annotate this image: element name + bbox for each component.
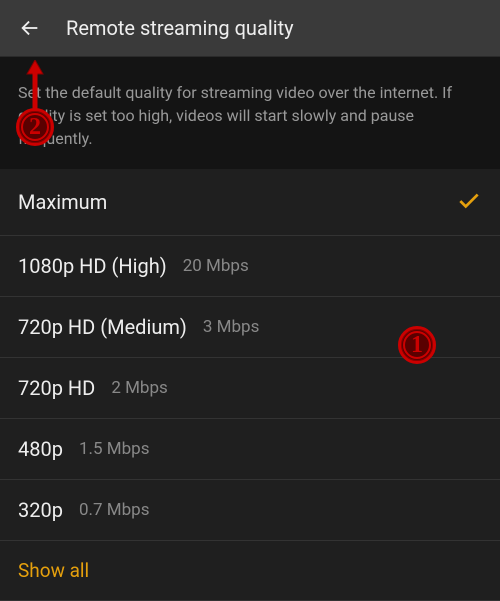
- back-button[interactable]: [18, 16, 42, 40]
- quality-option-720p-medium[interactable]: 720p HD (Medium) 3 Mbps: [0, 297, 500, 358]
- option-label: Maximum: [18, 190, 107, 214]
- quality-option-480p[interactable]: 480p 1.5 Mbps: [0, 419, 500, 480]
- arrow-left-icon: [19, 17, 41, 39]
- selected-check: [456, 187, 482, 217]
- quality-option-320p[interactable]: 320p 0.7 Mbps: [0, 480, 500, 541]
- option-detail: 20 Mbps: [183, 256, 249, 276]
- header: Remote streaming quality: [0, 0, 500, 57]
- option-detail: 3 Mbps: [203, 317, 259, 337]
- quality-option-maximum[interactable]: Maximum: [0, 169, 500, 236]
- option-label: 720p HD (Medium): [18, 315, 187, 339]
- page-title: Remote streaming quality: [66, 16, 294, 40]
- option-label: 480p: [18, 437, 63, 461]
- option-label: 720p HD: [18, 376, 95, 400]
- check-icon: [456, 187, 482, 213]
- quality-option-1080p[interactable]: 1080p HD (High) 20 Mbps: [0, 236, 500, 297]
- option-detail: 0.7 Mbps: [79, 500, 150, 520]
- option-detail: 1.5 Mbps: [79, 439, 150, 459]
- quality-option-720p[interactable]: 720p HD 2 Mbps: [0, 358, 500, 419]
- option-label: 320p: [18, 498, 63, 522]
- show-all-button[interactable]: Show all: [0, 541, 500, 601]
- option-label: 1080p HD (High): [18, 254, 167, 278]
- description-text: Set the default quality for streaming vi…: [0, 57, 500, 169]
- quality-options-list: Maximum 1080p HD (High) 20 Mbps 720p HD …: [0, 169, 500, 601]
- option-detail: 2 Mbps: [111, 378, 167, 398]
